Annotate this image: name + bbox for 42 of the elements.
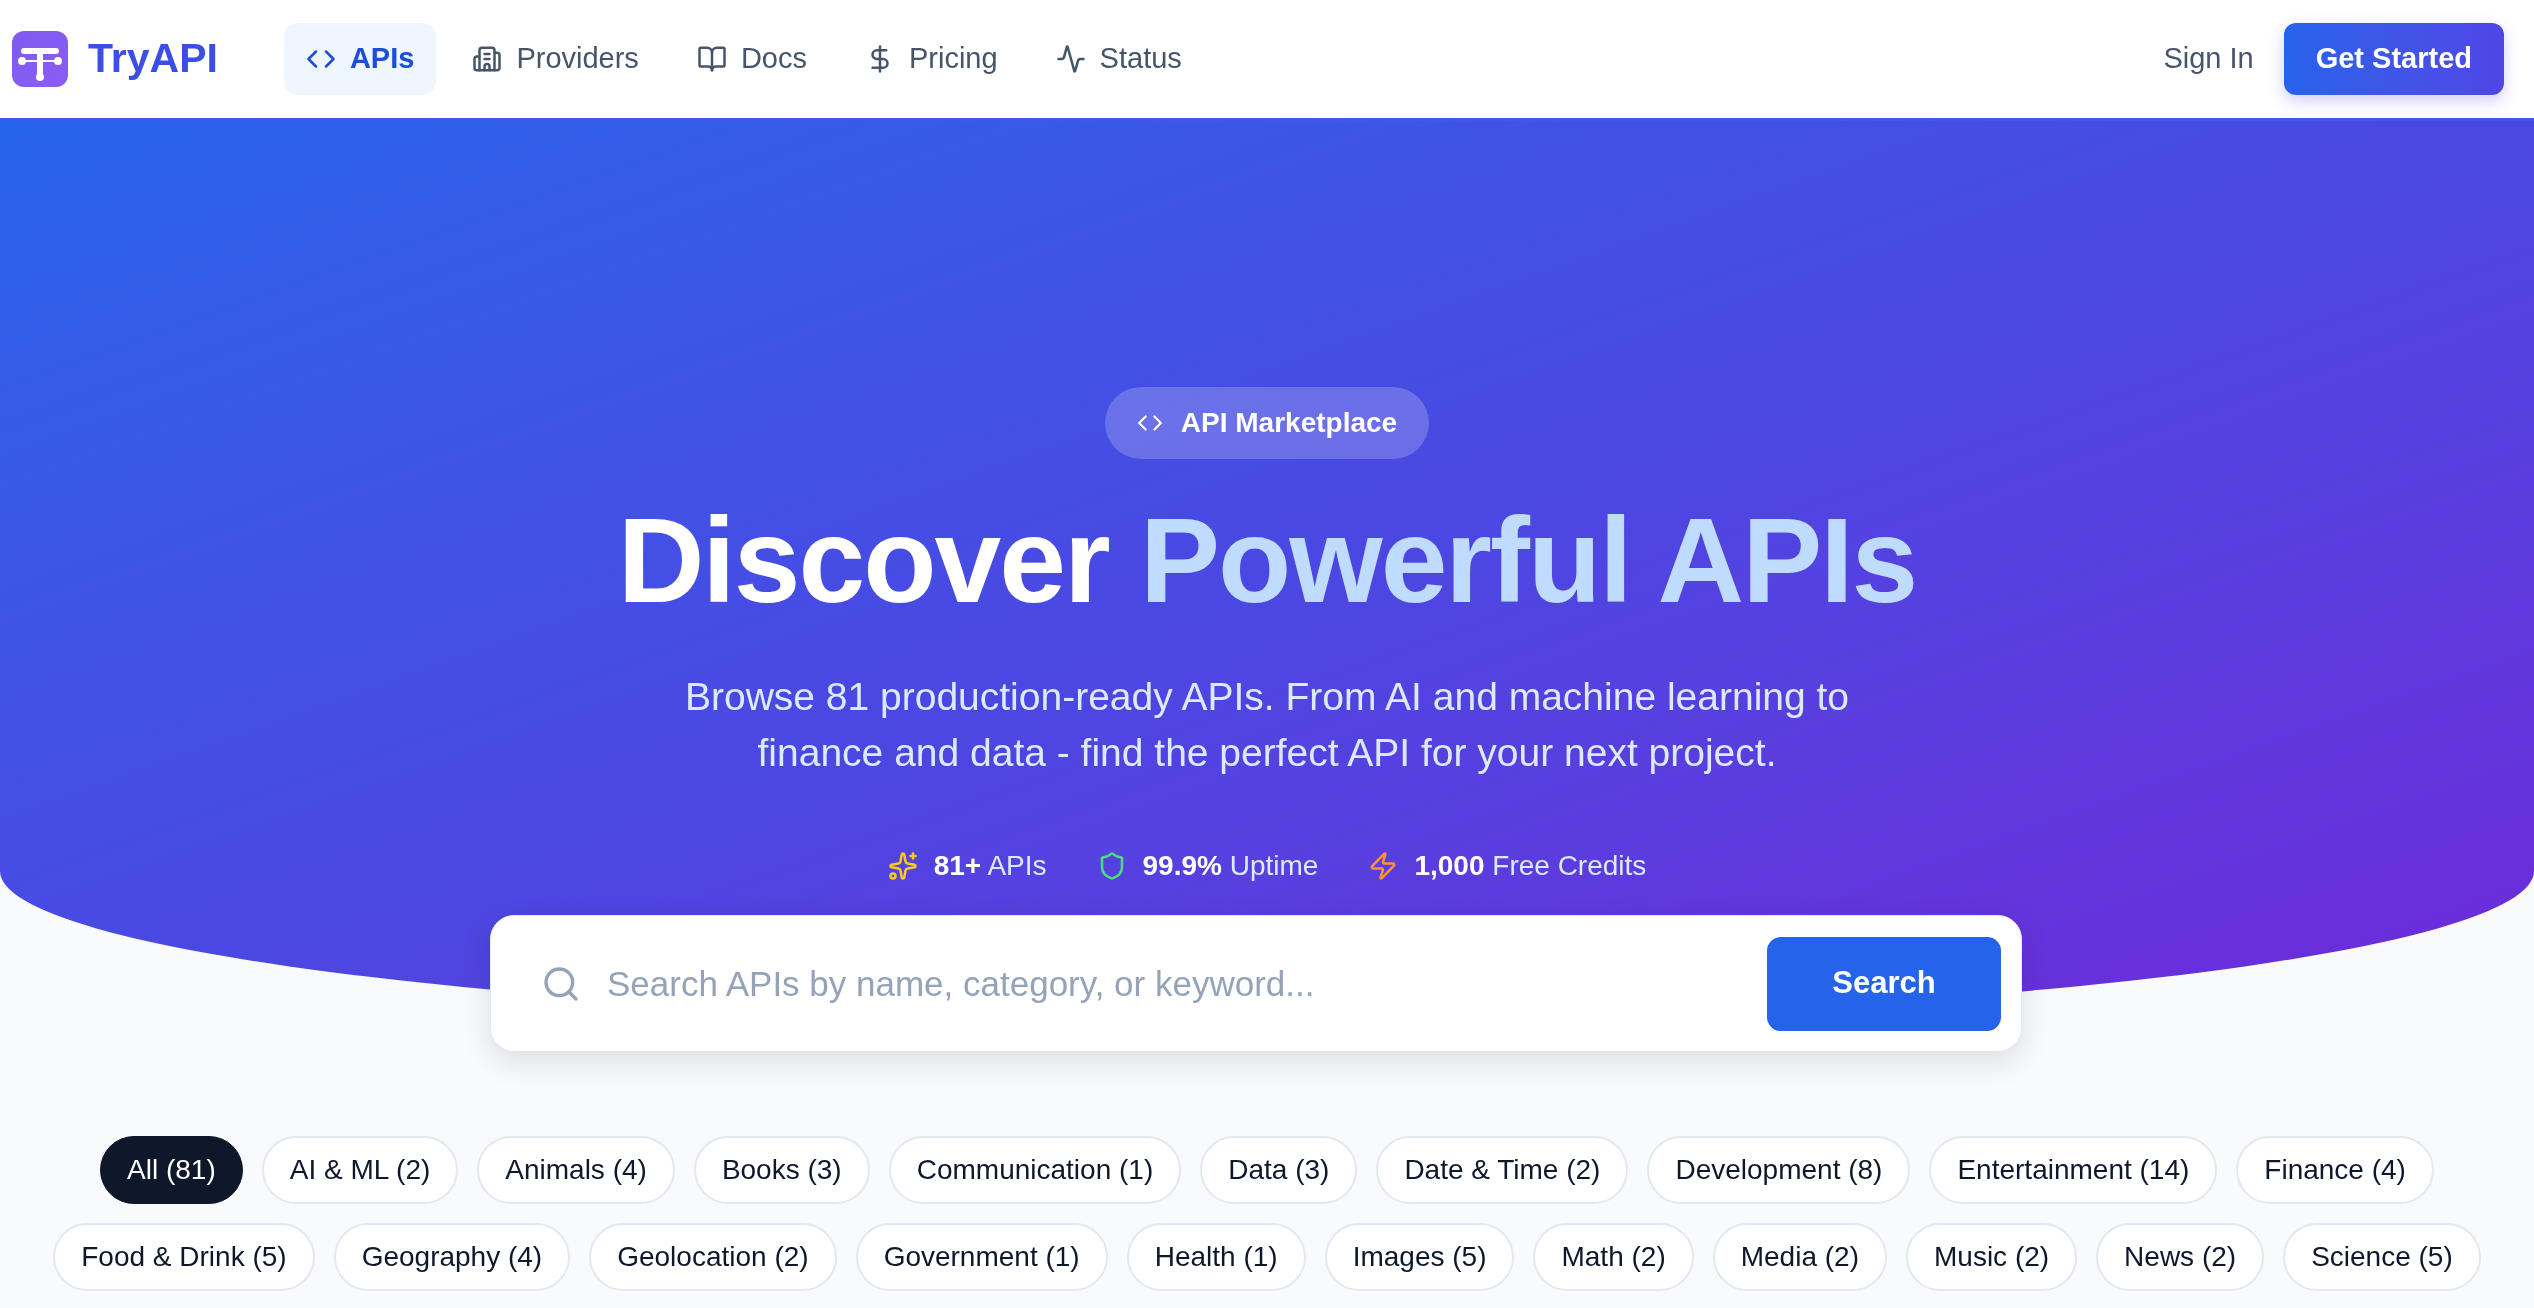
category-chip[interactable]: Geolocation (2) bbox=[589, 1223, 837, 1291]
search-field[interactable]: Search APIs by name, category, or keyword... Search bbox=[490, 915, 2022, 1052]
category-chip[interactable]: All (81) bbox=[100, 1136, 243, 1204]
nav-link[interactable]: Pricing bbox=[842, 23, 1020, 95]
category-chip[interactable]: Finance (4) bbox=[2236, 1136, 2434, 1204]
category-chip[interactable]: Science (5) bbox=[2283, 1223, 2481, 1291]
category-chip[interactable]: Books (3) bbox=[693, 1136, 870, 1204]
category-chip[interactable]: Entertainment (14) bbox=[1929, 1136, 2218, 1204]
hero-title: Discover Powerful APIs bbox=[617, 492, 1917, 629]
stat-text: 1,000 Free Credits bbox=[1414, 849, 1647, 883]
category-chip[interactable]: Animals (4) bbox=[477, 1136, 675, 1204]
pulse-icon bbox=[1055, 44, 1086, 74]
marketplace-badge: API Marketplace bbox=[1104, 387, 1430, 459]
category-chip[interactable]: Geography (4) bbox=[333, 1223, 571, 1291]
category-chip[interactable]: Health (1) bbox=[1126, 1223, 1306, 1291]
book-icon bbox=[696, 44, 727, 74]
search-button[interactable]: Search bbox=[1767, 936, 2001, 1031]
category-chip[interactable]: Data (3) bbox=[1200, 1136, 1358, 1204]
category-chip[interactable]: Music (2) bbox=[1906, 1223, 2078, 1291]
stat-text: 81+ APIs bbox=[933, 849, 1047, 883]
nav-link[interactable]: Providers bbox=[450, 23, 661, 95]
category-chip[interactable]: Food & Drink (5) bbox=[53, 1223, 315, 1291]
category-chip[interactable]: Communication (1) bbox=[888, 1136, 1182, 1204]
category-chip[interactable]: News (2) bbox=[2096, 1223, 2265, 1291]
category-chip[interactable]: AI & ML (2) bbox=[261, 1136, 459, 1204]
get-started-button[interactable]: Get Started bbox=[2283, 23, 2504, 95]
hero-subtitle: Browse 81 production-ready APIs. From AI and machine learning to finance and data - find the perfect API for your next project. bbox=[683, 674, 1851, 776]
category-chip[interactable]: Government (1) bbox=[855, 1223, 1108, 1291]
nav-link[interactable]: Docs bbox=[674, 23, 829, 95]
category-chip[interactable]: Images (5) bbox=[1324, 1223, 1515, 1291]
sparkles-icon bbox=[887, 851, 918, 881]
category-chip[interactable]: Development (8) bbox=[1647, 1136, 1911, 1204]
category-chip[interactable]: Media (2) bbox=[1712, 1223, 1887, 1291]
category-chip[interactable]: Math (2) bbox=[1533, 1223, 1694, 1291]
nav-link[interactable]: Status bbox=[1033, 23, 1204, 95]
nav-link[interactable]: APIs bbox=[283, 23, 437, 95]
stat-text: 99.9% Uptime bbox=[1142, 849, 1319, 883]
building-icon bbox=[472, 44, 503, 74]
logo-icon[interactable] bbox=[12, 31, 68, 87]
category-chip[interactable]: Date & Time (2) bbox=[1376, 1136, 1629, 1204]
brand-name[interactable]: TryAPI bbox=[88, 28, 218, 90]
sign-in-link[interactable]: Sign In bbox=[2163, 37, 2254, 81]
